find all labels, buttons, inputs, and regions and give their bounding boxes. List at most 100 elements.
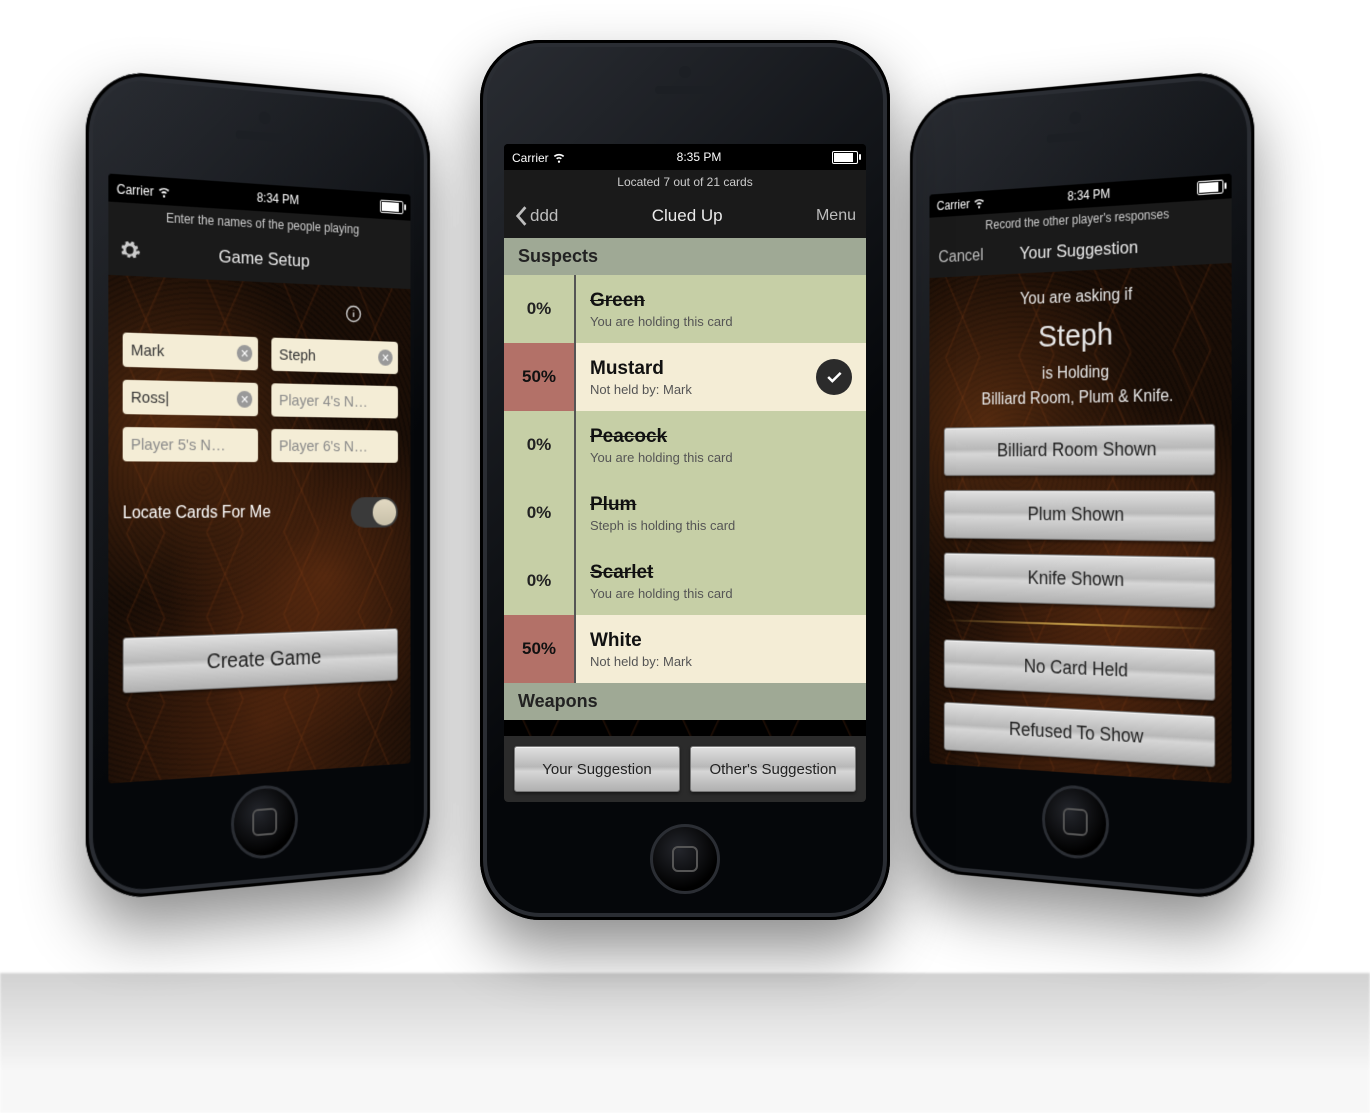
row-name: Green — [590, 290, 852, 312]
player-2-value: Steph — [279, 346, 316, 365]
shown-plum-button[interactable]: Plum Shown — [944, 490, 1215, 542]
suspect-row[interactable]: 0% Scarlet You are holding this card — [504, 547, 866, 615]
row-subtitle: Steph is holding this card — [590, 518, 852, 533]
locate-cards-toggle[interactable] — [351, 497, 398, 528]
player-1-field[interactable]: Mark ✕ — [123, 332, 258, 370]
btn-label: Other's Suggestion — [709, 761, 836, 778]
btn-label: Your Suggestion — [542, 761, 652, 778]
cancel-button[interactable]: Cancel — [938, 246, 983, 267]
shown-knife-button[interactable]: Knife Shown — [944, 553, 1215, 609]
chevron-left-icon — [514, 205, 528, 227]
row-percent: 50% — [504, 615, 574, 683]
player-5-field[interactable]: Player 5's N… — [123, 427, 258, 462]
locate-cards-label: Locate Cards For Me — [123, 504, 271, 524]
row-subtitle: Not held by: Mark — [590, 654, 852, 669]
row-subtitle: You are holding this card — [590, 450, 852, 465]
status-carrier: Carrier — [117, 180, 172, 200]
status-time: 8:34 PM — [257, 190, 299, 207]
refused-to-show-button[interactable]: Refused To Show — [944, 702, 1215, 768]
btn-label: Plum Shown — [1028, 504, 1125, 527]
home-button[interactable] — [231, 783, 298, 861]
section-header-suspects: Suspects — [504, 238, 866, 275]
wifi-icon — [552, 151, 566, 165]
player-4-placeholder: Player 4's N… — [279, 391, 368, 410]
suspect-row[interactable]: 50% White Not held by: Mark — [504, 615, 866, 683]
row-subtitle: You are holding this card — [590, 314, 852, 329]
settings-button[interactable] — [119, 237, 141, 267]
info-icon — [345, 304, 361, 323]
suspect-row[interactable]: 0% Green You are holding this card — [504, 275, 866, 343]
row-name: White — [590, 630, 852, 652]
home-button[interactable] — [650, 824, 720, 894]
btn-label: No Card Held — [1024, 656, 1128, 682]
player-6-field[interactable]: Player 6's N… — [271, 429, 398, 463]
suspect-row[interactable]: 0% Peacock You are holding this card — [504, 411, 866, 479]
player-2-field[interactable]: Steph ✕ — [271, 338, 398, 375]
status-bar: Carrier 8:35 PM — [504, 144, 866, 170]
row-percent: 0% — [504, 547, 574, 615]
your-suggestion-button[interactable]: Your Suggestion — [514, 746, 680, 792]
create-game-label: Create Game — [207, 646, 322, 675]
no-card-held-button[interactable]: No Card Held — [944, 639, 1215, 701]
divider — [944, 619, 1215, 630]
gear-icon — [119, 237, 141, 262]
btn-label: Knife Shown — [1028, 568, 1125, 592]
page-title: Clued Up — [652, 206, 723, 226]
clear-icon[interactable]: ✕ — [237, 345, 252, 362]
clear-icon[interactable]: ✕ — [378, 349, 392, 366]
home-button[interactable] — [1042, 783, 1109, 861]
camera-dot — [259, 111, 270, 124]
status-time: 8:34 PM — [1067, 187, 1110, 204]
battery-icon — [380, 199, 403, 214]
player-1-value: Mark — [131, 341, 165, 360]
suspect-row[interactable]: 0% Plum Steph is holding this card — [504, 479, 866, 547]
back-button[interactable]: ddd — [514, 205, 558, 227]
player-5-placeholder: Player 5's N… — [131, 435, 226, 454]
player-4-field[interactable]: Player 4's N… — [271, 383, 398, 418]
clear-icon[interactable]: ✕ — [237, 391, 252, 408]
status-time: 8:35 PM — [677, 150, 722, 164]
camera-dot — [679, 66, 691, 78]
earpiece — [1047, 130, 1104, 143]
phone-center: Carrier 8:35 PM Located 7 out of 21 card… — [480, 40, 890, 920]
row-name: Plum — [590, 494, 852, 516]
player-6-placeholder: Player 6's N… — [279, 437, 368, 455]
info-button[interactable] — [123, 295, 398, 330]
row-subtitle: You are holding this card — [590, 586, 852, 601]
battery-icon — [832, 151, 858, 164]
row-name: Mustard — [590, 358, 852, 380]
page-title: Game Setup — [219, 246, 310, 272]
menu-button[interactable]: Menu — [816, 207, 856, 225]
phone-right: Carrier 8:34 PM Record the other player'… — [910, 68, 1254, 902]
earpiece — [655, 86, 715, 94]
earpiece — [236, 130, 293, 143]
row-percent: 0% — [504, 411, 574, 479]
reflection-floor — [0, 973, 1370, 1113]
player-3-field[interactable]: Ross| ✕ — [123, 380, 258, 417]
page-title: Your Suggestion — [1020, 237, 1139, 264]
phone-left: Carrier 8:34 PM Enter the names of the p… — [86, 68, 430, 902]
nav-bar: ddd Clued Up Menu — [504, 194, 866, 238]
btn-label: Refused To Show — [1009, 719, 1143, 749]
row-percent: 50% — [504, 343, 574, 411]
status-carrier: Carrier — [937, 195, 986, 213]
progress-bar: Located 7 out of 21 cards — [504, 170, 866, 194]
row-name: Peacock — [590, 426, 852, 448]
status-carrier: Carrier — [512, 150, 566, 165]
player-3-value: Ross| — [131, 388, 169, 407]
wifi-icon — [157, 184, 171, 200]
row-name: Scarlet — [590, 562, 852, 584]
section-header-weapons: Weapons — [504, 683, 866, 720]
suspect-row[interactable]: 50% Mustard Not held by: Mark — [504, 343, 866, 411]
back-label: ddd — [530, 206, 558, 226]
suggestion-summary: You are asking if Steph is Holding Billi… — [944, 279, 1215, 414]
battery-icon — [1197, 179, 1223, 195]
row-percent: 0% — [504, 275, 574, 343]
row-percent: 0% — [504, 479, 574, 547]
create-game-button[interactable]: Create Game — [123, 628, 398, 693]
btn-label: Billiard Room Shown — [997, 439, 1157, 462]
camera-dot — [1070, 111, 1081, 124]
shown-billiard-button[interactable]: Billiard Room Shown — [944, 424, 1215, 476]
row-subtitle: Not held by: Mark — [590, 382, 852, 397]
others-suggestion-button[interactable]: Other's Suggestion — [690, 746, 856, 792]
